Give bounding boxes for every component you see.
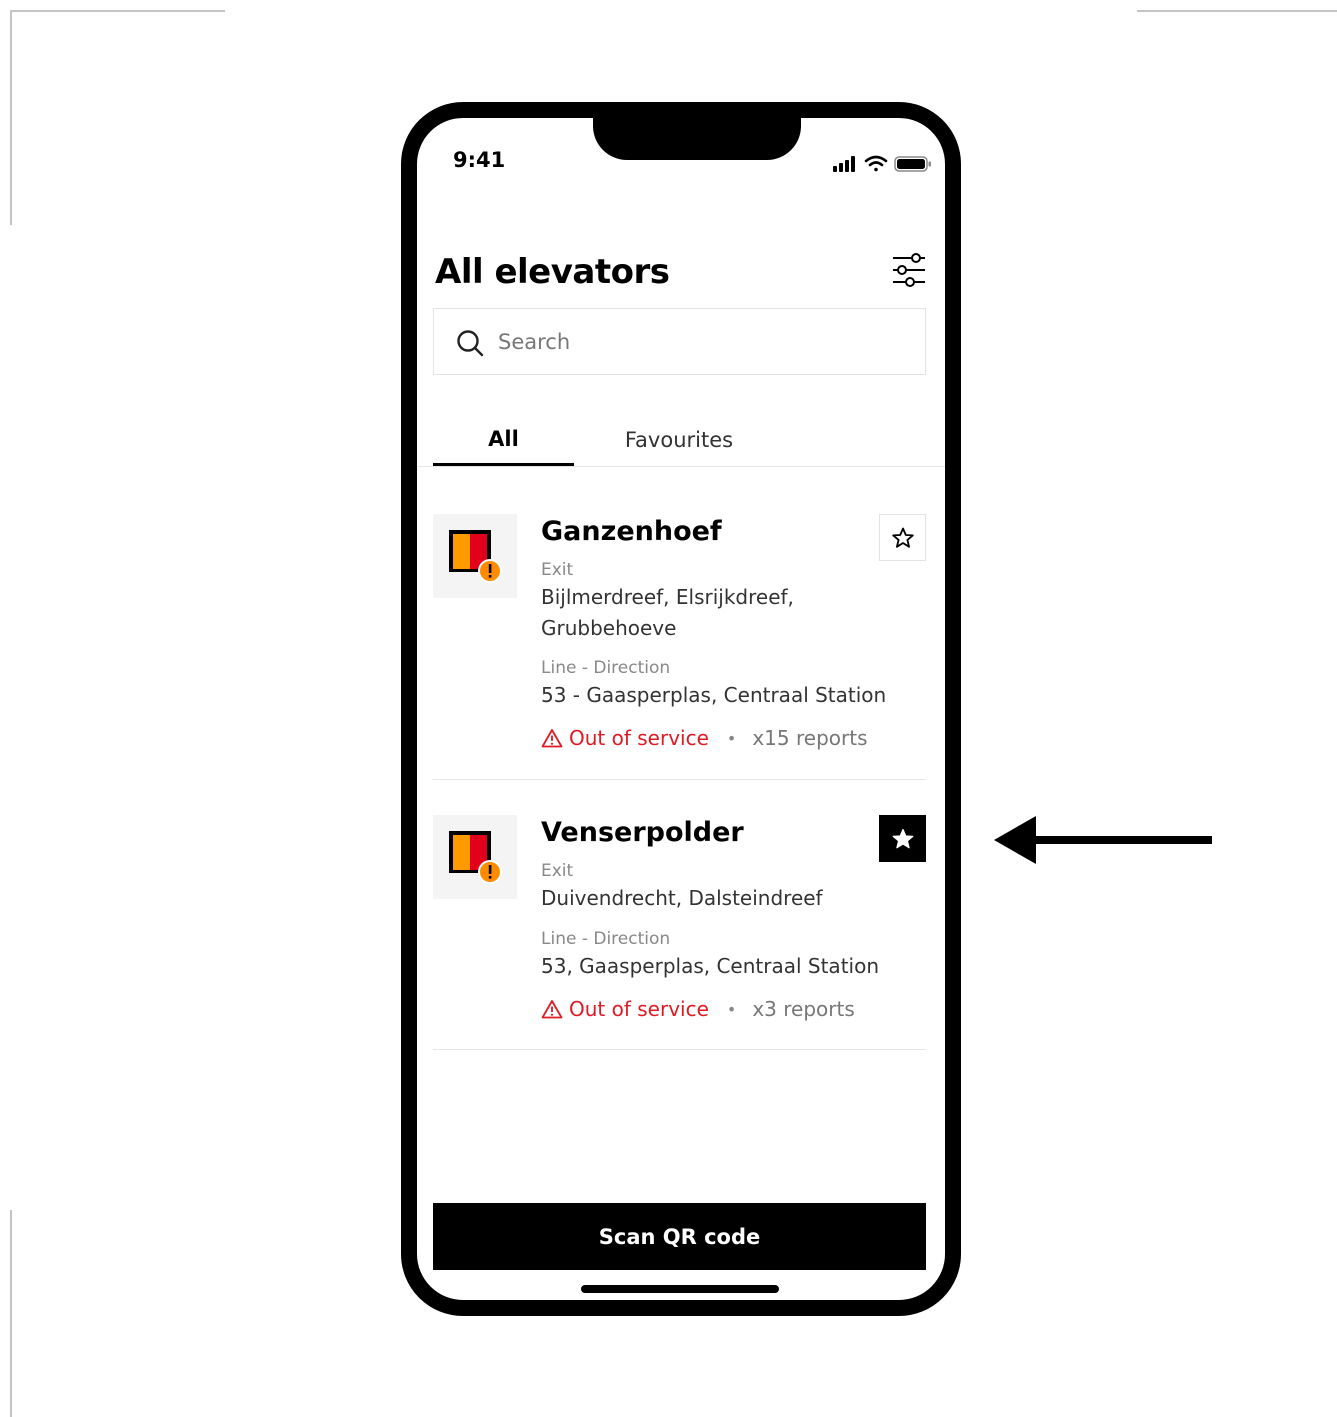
- status-text: Out of service: [569, 726, 709, 750]
- star-outline-icon: [891, 527, 914, 548]
- list-item[interactable]: Ganzenhoef Exit Bijlmerdreef, Elsrijkdre…: [433, 514, 926, 780]
- favourite-button[interactable]: [879, 815, 926, 862]
- line-value: 53 - Gaasperplas, Centraal Station: [541, 683, 887, 707]
- search-icon: [457, 330, 484, 357]
- elevator-warning-icon: [449, 530, 502, 583]
- search-input[interactable]: [496, 321, 920, 363]
- exit-label: Exit: [541, 560, 574, 580]
- report-count: x3 reports: [752, 997, 855, 1021]
- page-title: All elevators: [435, 252, 670, 292]
- corner-guide: [1137, 10, 1337, 12]
- search-bar: [433, 308, 926, 375]
- phone-frame: 9:41 All elevators Search All Favourites…: [401, 102, 961, 1316]
- filter-sliders-icon: [893, 253, 925, 287]
- corner-guide: [10, 10, 225, 12]
- warning-triangle-icon: [541, 1000, 563, 1019]
- separator-dot: •: [726, 999, 737, 1019]
- scan-qr-button[interactable]: Scan QR code: [433, 1203, 926, 1270]
- elevator-warning-icon: [449, 831, 502, 884]
- exit-label: Exit: [541, 861, 574, 881]
- wifi-icon: [864, 155, 888, 172]
- report-count: x15 reports: [752, 726, 868, 750]
- corner-guide: [10, 10, 12, 225]
- tab-all[interactable]: All: [433, 414, 574, 466]
- line-label: Line - Direction: [541, 658, 671, 678]
- elevator-thumbnail: [433, 815, 517, 899]
- status-text: Out of service: [569, 997, 709, 1021]
- line-value: 53, Gaasperplas, Centraal Station: [541, 954, 879, 978]
- status-row: Out of service • x3 reports: [541, 997, 855, 1021]
- exit-value: Bijlmerdreef, Elsrijkdreef, Grubbehoeve: [541, 585, 794, 640]
- elevator-name: Ganzenhoef: [541, 516, 722, 547]
- signal-icon: [833, 156, 855, 172]
- phone-notch: [593, 118, 801, 160]
- home-indicator: [581, 1285, 779, 1293]
- warning-triangle-icon: [541, 729, 563, 748]
- status-row: Out of service • x15 reports: [541, 726, 868, 750]
- line-label: Line - Direction: [541, 929, 671, 949]
- elevator-thumbnail: [433, 514, 517, 598]
- filter-button[interactable]: [890, 250, 928, 290]
- star-filled-icon: [892, 828, 913, 848]
- tab-favourites[interactable]: Favourites: [589, 414, 769, 466]
- tab-bar: All Favourites: [417, 414, 945, 467]
- elevator-name: Venserpolder: [541, 817, 744, 848]
- separator-dot: •: [726, 728, 737, 748]
- corner-guide: [10, 1210, 12, 1417]
- list-item[interactable]: Venserpolder Exit Duivendrecht, Dalstein…: [433, 815, 926, 1050]
- status-time: 9:41: [453, 148, 506, 172]
- status-icons: [833, 154, 933, 174]
- favourite-button[interactable]: [879, 514, 926, 561]
- exit-value: Duivendrecht, Dalsteindreef: [541, 886, 823, 910]
- left-arrow-icon: [994, 816, 1212, 864]
- battery-icon: [894, 156, 931, 172]
